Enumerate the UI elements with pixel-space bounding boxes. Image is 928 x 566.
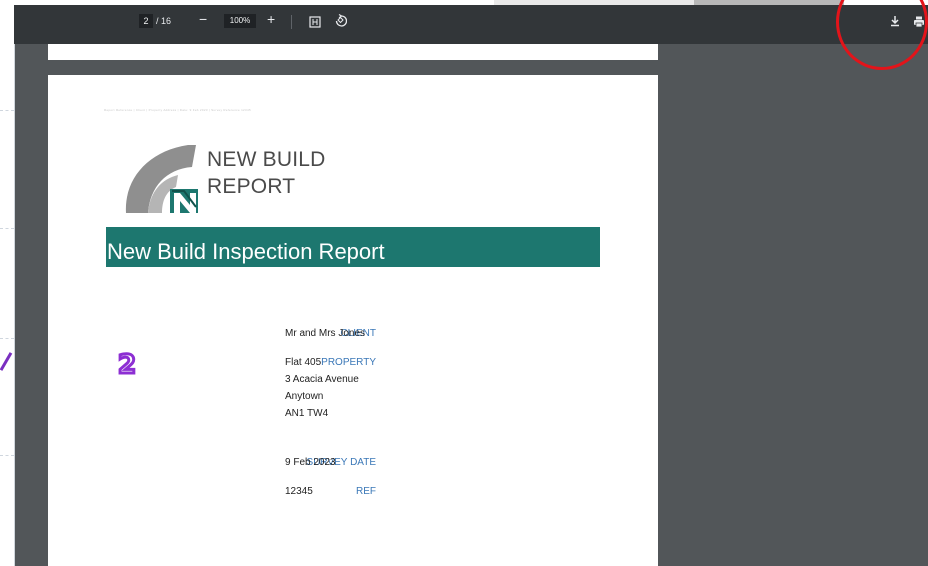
top-edge-segment xyxy=(694,0,844,5)
property-line: 3 Acacia Avenue xyxy=(285,374,359,385)
report-title: New Build Inspection Report xyxy=(107,239,385,264)
ref-label: REF xyxy=(356,486,376,497)
page-header-text: Report Reference | Client | Property Add… xyxy=(104,108,251,112)
divider xyxy=(0,110,14,111)
brand-name: NEW BUILD REPORT xyxy=(207,146,325,200)
pdf-page: Report Reference | Client | Property Add… xyxy=(48,75,658,566)
divider xyxy=(0,228,14,229)
brand-line-1: NEW BUILD xyxy=(207,148,326,171)
number-badge-annotation: 2 xyxy=(116,349,137,382)
new-build-report-logo-icon xyxy=(118,141,204,228)
divider xyxy=(0,338,14,339)
toolbar-divider xyxy=(291,15,292,29)
survey-date-value: 9 Feb 2023 xyxy=(285,457,336,468)
previous-page-bottom xyxy=(48,44,658,60)
property-line: Flat 405 xyxy=(285,357,322,368)
page-total: / 16 xyxy=(156,16,172,26)
page-number-input[interactable]: 2 xyxy=(139,14,153,28)
divider xyxy=(0,455,14,456)
top-edge-segment xyxy=(494,0,694,5)
fit-page-icon[interactable] xyxy=(309,15,321,33)
ref-value: 12345 xyxy=(285,486,313,497)
left-window-strip xyxy=(0,0,15,566)
brand-line-2: REPORT xyxy=(207,175,296,198)
zoom-level-input[interactable]: 100% xyxy=(224,14,256,28)
property-line: Anytown xyxy=(285,391,324,402)
property-line: AN1 TW4 xyxy=(285,408,329,419)
highlight-circle-annotation xyxy=(836,0,928,70)
zoom-in-button[interactable]: + xyxy=(267,11,275,27)
rotate-icon[interactable] xyxy=(334,13,348,32)
client-value: Mr and Mrs Jones xyxy=(285,328,366,339)
zoom-out-button[interactable]: − xyxy=(199,11,207,27)
property-label: PROPERTY xyxy=(321,357,376,368)
window-top-edge xyxy=(14,0,928,5)
